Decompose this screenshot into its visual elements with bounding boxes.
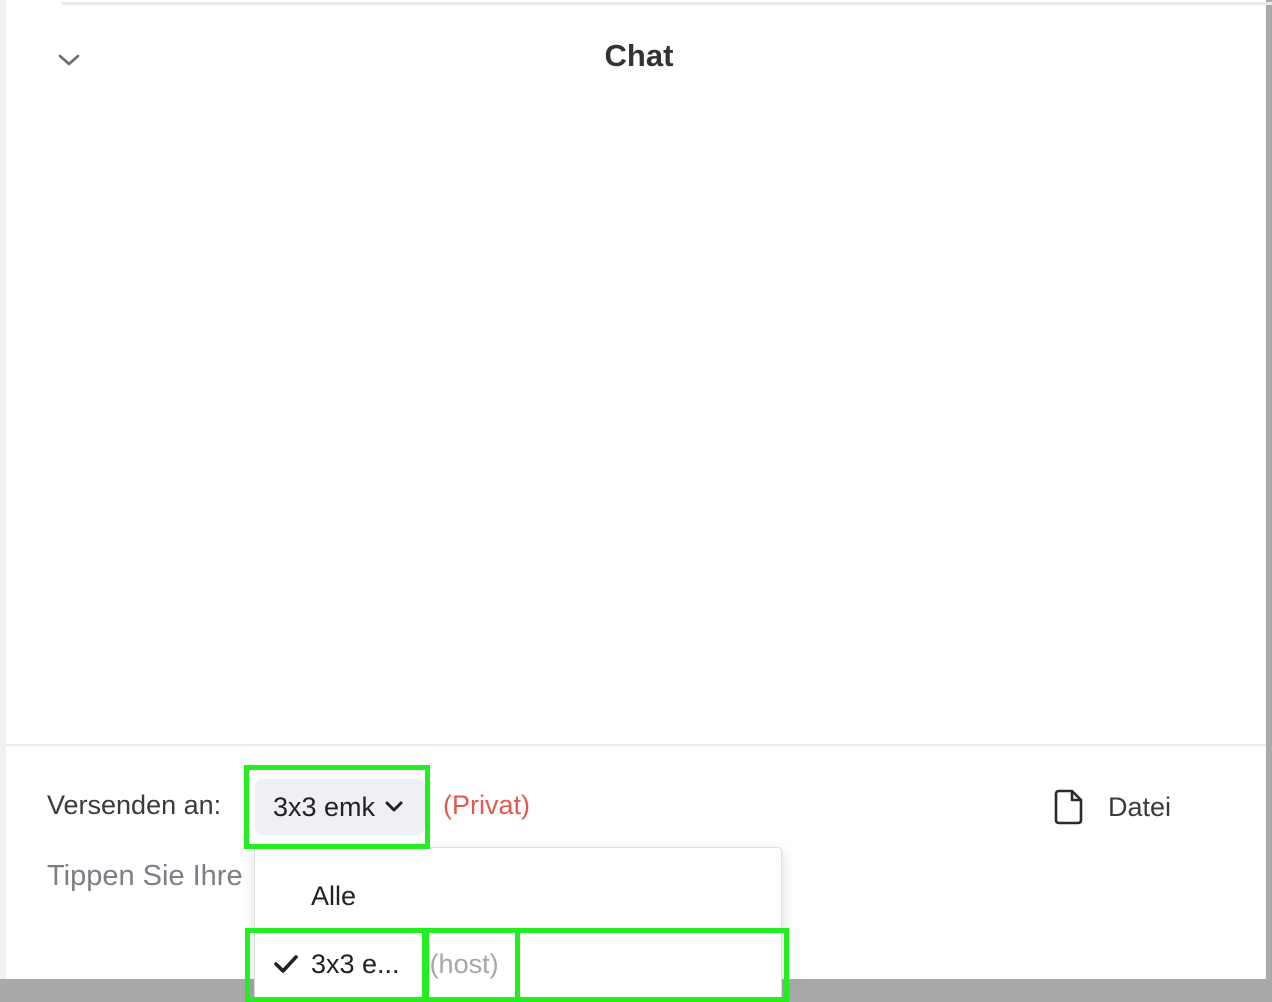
option-label: Alle — [311, 880, 357, 911]
recipient-option-all[interactable]: Alle — [255, 864, 781, 928]
privacy-label: (Privat) — [443, 790, 530, 820]
chat-title: Chat — [604, 38, 674, 73]
chat-messages-area — [6, 90, 1266, 744]
recipient-dropdown-menu: Alle 3x3 e... (host) — [254, 847, 782, 1002]
send-file-button[interactable]: Datei — [1052, 786, 1171, 828]
chat-panel: Chat Versenden an: 3x3 emk (Privat) Date… — [0, 0, 1272, 979]
file-icon — [1054, 789, 1083, 825]
top-divider — [62, 2, 1272, 5]
send-to-label: Versenden an: — [47, 790, 222, 820]
recipient-select[interactable]: 3x3 emk — [255, 779, 425, 835]
check-icon — [274, 955, 298, 973]
file-button-label: Datei — [1108, 791, 1172, 822]
recipient-option-host[interactable]: 3x3 e... (host) — [255, 932, 781, 996]
option-label: 3x3 e... — [311, 948, 400, 979]
host-role-tag: (host) — [429, 948, 499, 979]
composer-divider — [6, 744, 1266, 746]
chevron-down-icon — [385, 801, 403, 812]
recipient-select-value: 3x3 emk — [273, 791, 376, 822]
